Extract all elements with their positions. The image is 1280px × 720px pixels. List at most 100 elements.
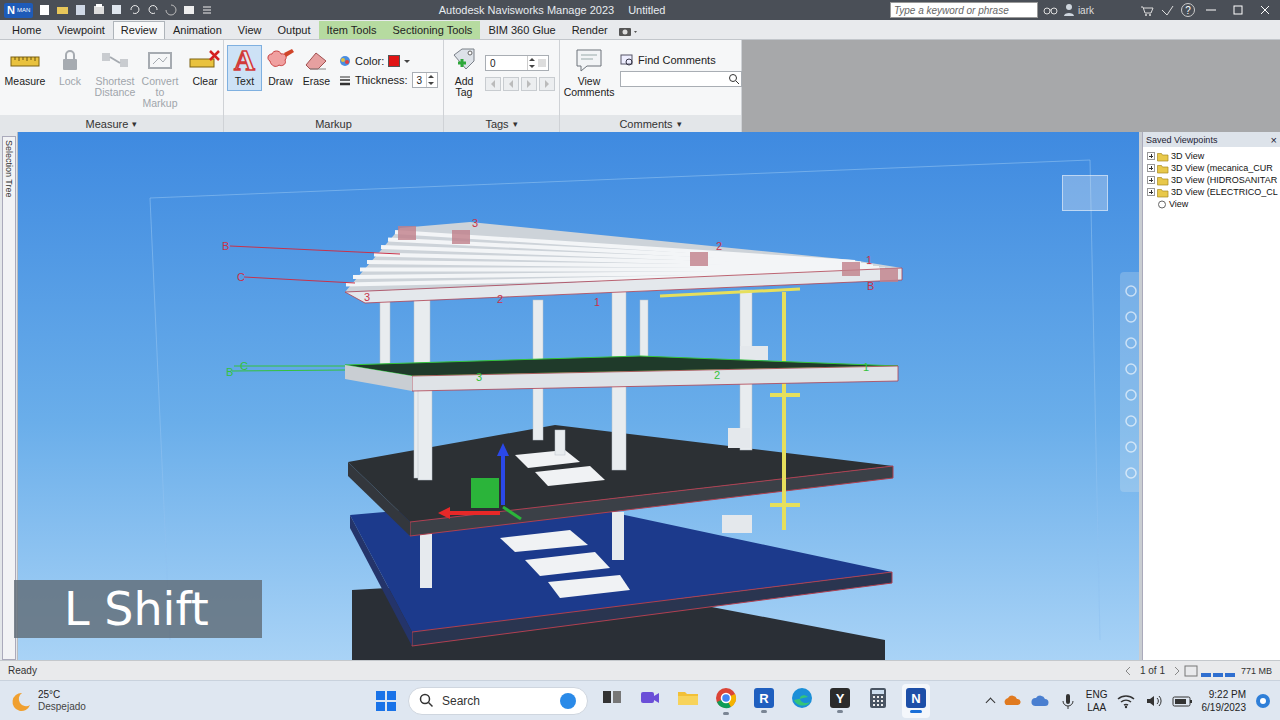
search-input[interactable] [890,2,1038,18]
viewpoint-item[interactable]: 3D View (HIDROSANITAR [1143,174,1280,186]
color-picker[interactable]: Color: [339,55,438,67]
nav-tool-icon[interactable] [1124,310,1138,324]
ribbon-tab[interactable]: Output [270,21,319,39]
nav-tool-icon[interactable] [1124,284,1138,298]
cloud-sync-icon[interactable] [1002,691,1022,711]
search-icon[interactable] [727,72,741,86]
nav-tool-icon[interactable] [1124,336,1138,350]
user-account[interactable]: iark [1063,3,1094,17]
markup-tool-button[interactable]: Erase [299,45,334,91]
thickness-spinner[interactable]: 3 [412,72,438,88]
nav-tool-icon[interactable] [1124,440,1138,454]
nav-tool-icon[interactable] [1124,362,1138,376]
close-button[interactable]: × [1271,134,1277,146]
group-arrow[interactable]: ▾ [132,119,137,129]
camera-icon[interactable] [616,23,640,39]
maximize-icon[interactable] [1227,2,1249,18]
ribbon-tab[interactable]: Sectioning Tools [384,21,480,39]
view-comments-button[interactable]: View Comments [563,45,615,102]
taskbar-app[interactable] [712,684,740,718]
taskbar-app[interactable] [864,684,892,718]
connect-icon[interactable] [1160,3,1176,17]
windows-start-icon[interactable] [374,689,398,713]
group-arrow[interactable]: ▾ [513,119,518,129]
quick-access-icon[interactable] [146,3,160,17]
expand-toggle[interactable] [1147,188,1155,196]
ribbon-tab[interactable]: Item Tools [319,21,385,39]
weather-widget[interactable]: 25°CDespejado [8,689,308,713]
microphone-icon[interactable] [1058,691,1078,711]
viewpoint-item[interactable]: 3D View (mecanica_CUR [1143,162,1280,174]
ribbon-tab[interactable]: View [230,21,270,39]
group-arrow[interactable]: ▾ [677,119,682,129]
quick-access-icon[interactable] [200,3,214,17]
ribbon-tab[interactable]: BIM 360 Glue [480,21,563,39]
eraser-icon [300,47,334,73]
quick-access-icon[interactable] [110,3,124,17]
thickness-value[interactable]: 3 [413,75,427,86]
ribbon-tab[interactable]: Review [113,21,165,39]
panel-header: Saved Viewpoints× [1143,132,1280,147]
sheet-counter: 1 of 1 [1140,665,1165,676]
taskbar-app[interactable] [598,684,626,718]
measure-tool-button[interactable]: Clear [183,45,227,91]
taskbar-app[interactable] [636,684,664,718]
ribbon-tab-group: Render [564,21,616,39]
quick-access-icon[interactable] [56,3,70,17]
quick-access-icon[interactable] [92,3,106,17]
taskbar-app[interactable] [674,684,702,718]
close-icon[interactable] [1254,2,1276,18]
help-button[interactable]: ? [1181,3,1195,17]
cart-icon[interactable] [1139,3,1155,17]
binoculars-icon[interactable] [1043,3,1058,17]
quick-access-icon[interactable] [74,3,88,17]
viewcube-icon[interactable] [1062,175,1108,211]
ribbon-tab[interactable]: Animation [165,21,230,39]
speaker-icon[interactable] [1144,691,1164,711]
taskbar-search[interactable]: Search [408,687,588,715]
viewpoint-item[interactable]: 3D View (ELECTRICO_CL [1143,186,1280,198]
markup-tool-button[interactable]: Draw [263,45,298,91]
battery-icon[interactable] [1172,691,1194,711]
viewpoint-item[interactable]: 3D View [1143,150,1280,162]
ribbon-tab[interactable]: Home [4,21,49,39]
onedrive-icon[interactable] [1030,691,1050,711]
quick-access-icon[interactable] [164,3,178,17]
find-comments-button[interactable]: Find Comments [620,53,742,66]
taskbar-app[interactable]: Y [826,684,854,718]
ribbon-tab[interactable]: Viewpoint [49,21,113,39]
user-name[interactable]: iark [1078,5,1094,16]
quick-access-icon[interactable] [182,3,196,17]
expand-toggle[interactable] [1147,176,1155,184]
nav-tool-icon[interactable] [1124,388,1138,402]
ribbon-tab[interactable]: Render [564,21,616,39]
taskbar-app[interactable]: R [750,684,778,718]
taskbar-app[interactable]: N [902,684,930,718]
taskbar-app[interactable] [788,684,816,718]
show-hidden-icons[interactable] [985,698,995,708]
nav-tool-icon[interactable] [1124,466,1138,480]
nav-tool-icon[interactable] [1124,414,1138,428]
measure-tool-button[interactable]: Measure [3,45,47,91]
document-name: Untitled [628,4,665,16]
notification-icon[interactable] [1254,692,1272,710]
quick-access-icon[interactable] [38,3,52,17]
expand-toggle[interactable] [1147,152,1155,160]
tag-id-value[interactable]: 0 [486,58,527,69]
next-sheet-icon[interactable] [1171,664,1183,678]
comments-search-field[interactable] [620,71,742,87]
previous-sheet-icon[interactable] [1122,664,1134,678]
markup-tool-button[interactable]: AText [227,45,262,91]
wifi-icon[interactable] [1116,691,1136,711]
sheet-browser-icon[interactable] [1183,664,1199,678]
quick-access-icon[interactable] [128,3,142,17]
language-switcher[interactable]: ENGLAA [1086,688,1108,714]
color-swatch[interactable] [388,55,400,67]
clock[interactable]: 9:22 PM6/19/2023 [1202,688,1247,714]
app-menu-button[interactable]: NMAN [4,3,33,18]
tag-id-field[interactable]: 0 [485,55,549,71]
viewpoint-item[interactable]: View [1143,198,1280,210]
expand-toggle[interactable] [1147,164,1155,172]
add-tag-button[interactable]: Add Tag [447,45,481,102]
minimize-icon[interactable] [1200,2,1222,18]
